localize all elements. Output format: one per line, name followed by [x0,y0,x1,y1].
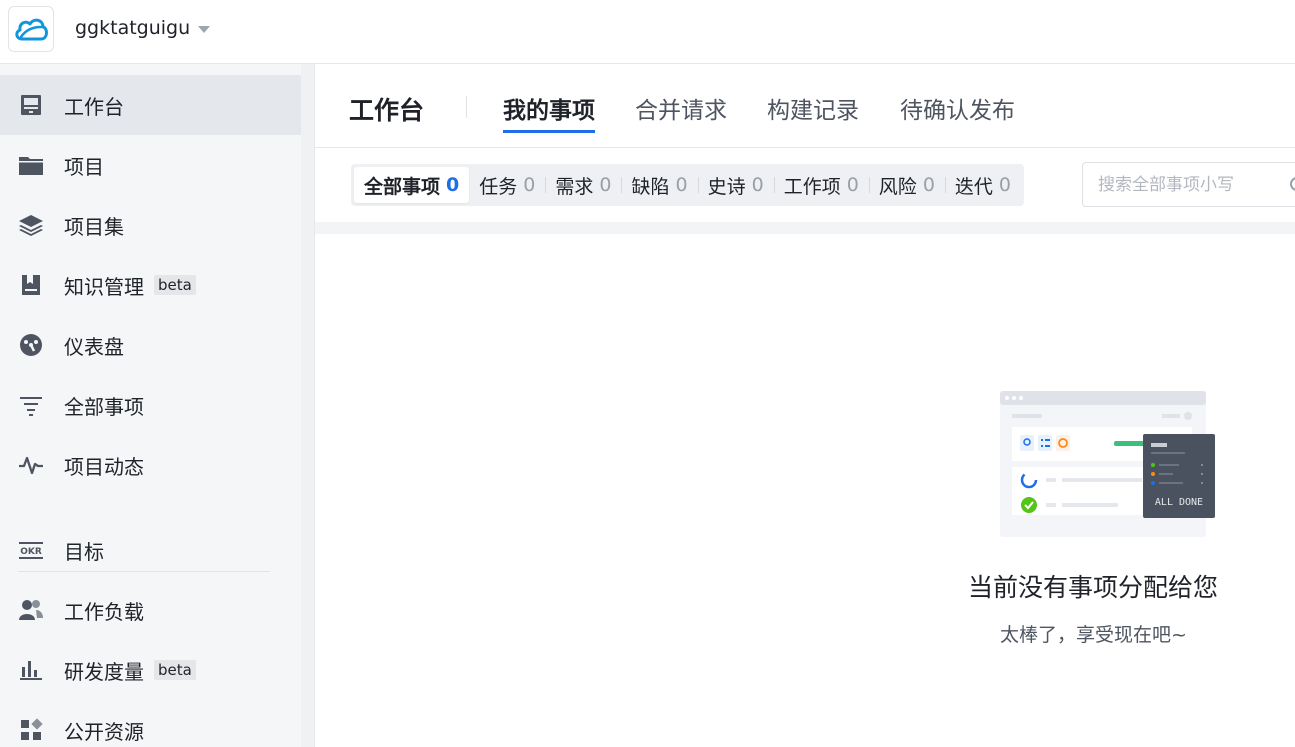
sidebar-item-workload[interactable]: 工作负载 [0,580,301,640]
segment-label: 任务 [479,175,518,198]
activity-icon [18,452,44,478]
layers-icon [18,212,44,238]
dashboard-icon [18,332,44,358]
segment-all-issues[interactable]: 全部事项 0 [354,167,470,203]
sidebar-scrollbar[interactable] [301,64,315,747]
sidebar-item-workbench[interactable]: 工作台 [0,75,301,135]
segment-iterations[interactable]: 迭代 0 [944,167,1021,203]
sidebar-item-public-resources[interactable]: 公开资源 [0,700,301,747]
beta-badge: beta [154,275,196,295]
monitor-icon [18,92,44,118]
empty-state-illustration: ALL DONE [1000,391,1215,537]
search-box[interactable] [1082,162,1295,207]
sidebar-item-metrics[interactable]: 研发度量 beta [0,640,301,700]
title-divider [466,96,467,118]
people-icon [18,597,44,623]
cloud-logo-icon [15,18,48,41]
page-title: 工作台 [349,96,425,125]
sidebar-item-label: 知识管理 [64,274,144,299]
tab-pending-releases[interactable]: 待确认发布 [900,91,1015,133]
sidebar-item-program[interactable]: 项目集 [0,195,301,255]
segment-label: 全部事项 [364,175,441,198]
content-separator [315,222,1295,234]
svg-text:OKR: OKR [20,547,42,557]
segment-label: 史诗 [707,175,746,198]
segment-epics[interactable]: 史诗 0 [697,167,774,203]
search-icon[interactable] [1289,176,1295,194]
sidebar-item-okr[interactable]: OKR 目标 [0,520,301,580]
filter-icon [18,392,44,418]
segment-count: 0 [998,174,1012,196]
sidebar-item-label: 项目 [64,154,104,179]
sidebar-item-label: 目标 [64,539,104,564]
workspace-name: ggktatguigu [75,17,191,39]
tab-build-records[interactable]: 构建记录 [767,91,859,133]
empty-state-subtitle: 太棒了，享受现在吧~ [1000,624,1187,646]
segment-work-items[interactable]: 工作项 0 [773,167,869,203]
search-input[interactable] [1098,174,1278,195]
sidebar-item-label: 工作台 [64,94,124,119]
sidebar-item-label: 工作负载 [64,599,144,624]
sidebar-item-activity[interactable]: 项目动态 [0,435,301,495]
workspace-switcher[interactable]: ggktatguigu [75,17,211,39]
illustration-text: ALL DONE [1155,497,1203,508]
segment-count: 0 [751,174,764,196]
segment-tasks[interactable]: 任务 0 [469,167,545,203]
sidebar-item-all-issues[interactable]: 全部事项 [0,375,301,435]
segment-count: 0 [675,174,688,196]
segment-risks[interactable]: 风险 0 [868,167,945,203]
segment-count: 0 [523,174,536,196]
beta-badge: beta [154,660,196,680]
segment-count: 0 [846,174,859,196]
segment-label: 缺陷 [631,175,670,198]
segment-defects[interactable]: 缺陷 0 [621,167,697,203]
sidebar-item-label: 全部事项 [64,394,144,419]
top-bar: ggktatguigu [0,0,1295,64]
empty-state-title: 当前没有事项分配给您 [968,573,1219,602]
sidebar-item-label: 仪表盘 [64,334,124,359]
sidebar-item-label: 研发度量 [64,659,144,684]
sidebar-item-label: 项目集 [64,214,124,239]
main-header: 工作台 我的事项 合并请求 构建记录 待确认发布 [315,64,1295,148]
grid-icon [18,717,44,743]
sidebar-item-label: 项目动态 [64,454,144,479]
bar-chart-icon [18,657,44,683]
caret-down-icon [198,25,211,33]
sidebar: 工作台 项目 项目集 知识管理 beta 仪表盘 全部事项 项目动态 OKR 目… [0,64,301,747]
logo[interactable] [8,6,54,52]
segment-label: 工作项 [783,175,841,198]
sidebar-item-label: 公开资源 [64,719,144,744]
segment-count: 0 [599,174,612,196]
folder-icon [18,152,44,178]
segment-label: 需求 [555,175,594,198]
sidebar-item-knowledge[interactable]: 知识管理 beta [0,255,301,315]
segment-count: 0 [446,174,460,196]
tab-merge-requests[interactable]: 合并请求 [635,91,727,133]
segment-label: 迭代 [954,175,993,198]
segment-label: 风险 [878,175,917,198]
tab-my-issues[interactable]: 我的事项 [503,91,595,133]
issue-type-segmented-control: 全部事项 0 任务 0 需求 0 缺陷 0 史诗 0 工作项 0 风险 0 迭代 [351,164,1025,206]
sidebar-item-projects[interactable]: 项目 [0,135,301,195]
segment-requirements[interactable]: 需求 0 [545,167,621,203]
book-icon [18,272,44,298]
filter-bar: 全部事项 0 任务 0 需求 0 缺陷 0 史诗 0 工作项 0 风险 0 迭代 [315,148,1295,222]
okr-icon: OKR [18,537,44,563]
sidebar-item-dashboard[interactable]: 仪表盘 [0,315,301,375]
segment-count: 0 [922,174,935,196]
